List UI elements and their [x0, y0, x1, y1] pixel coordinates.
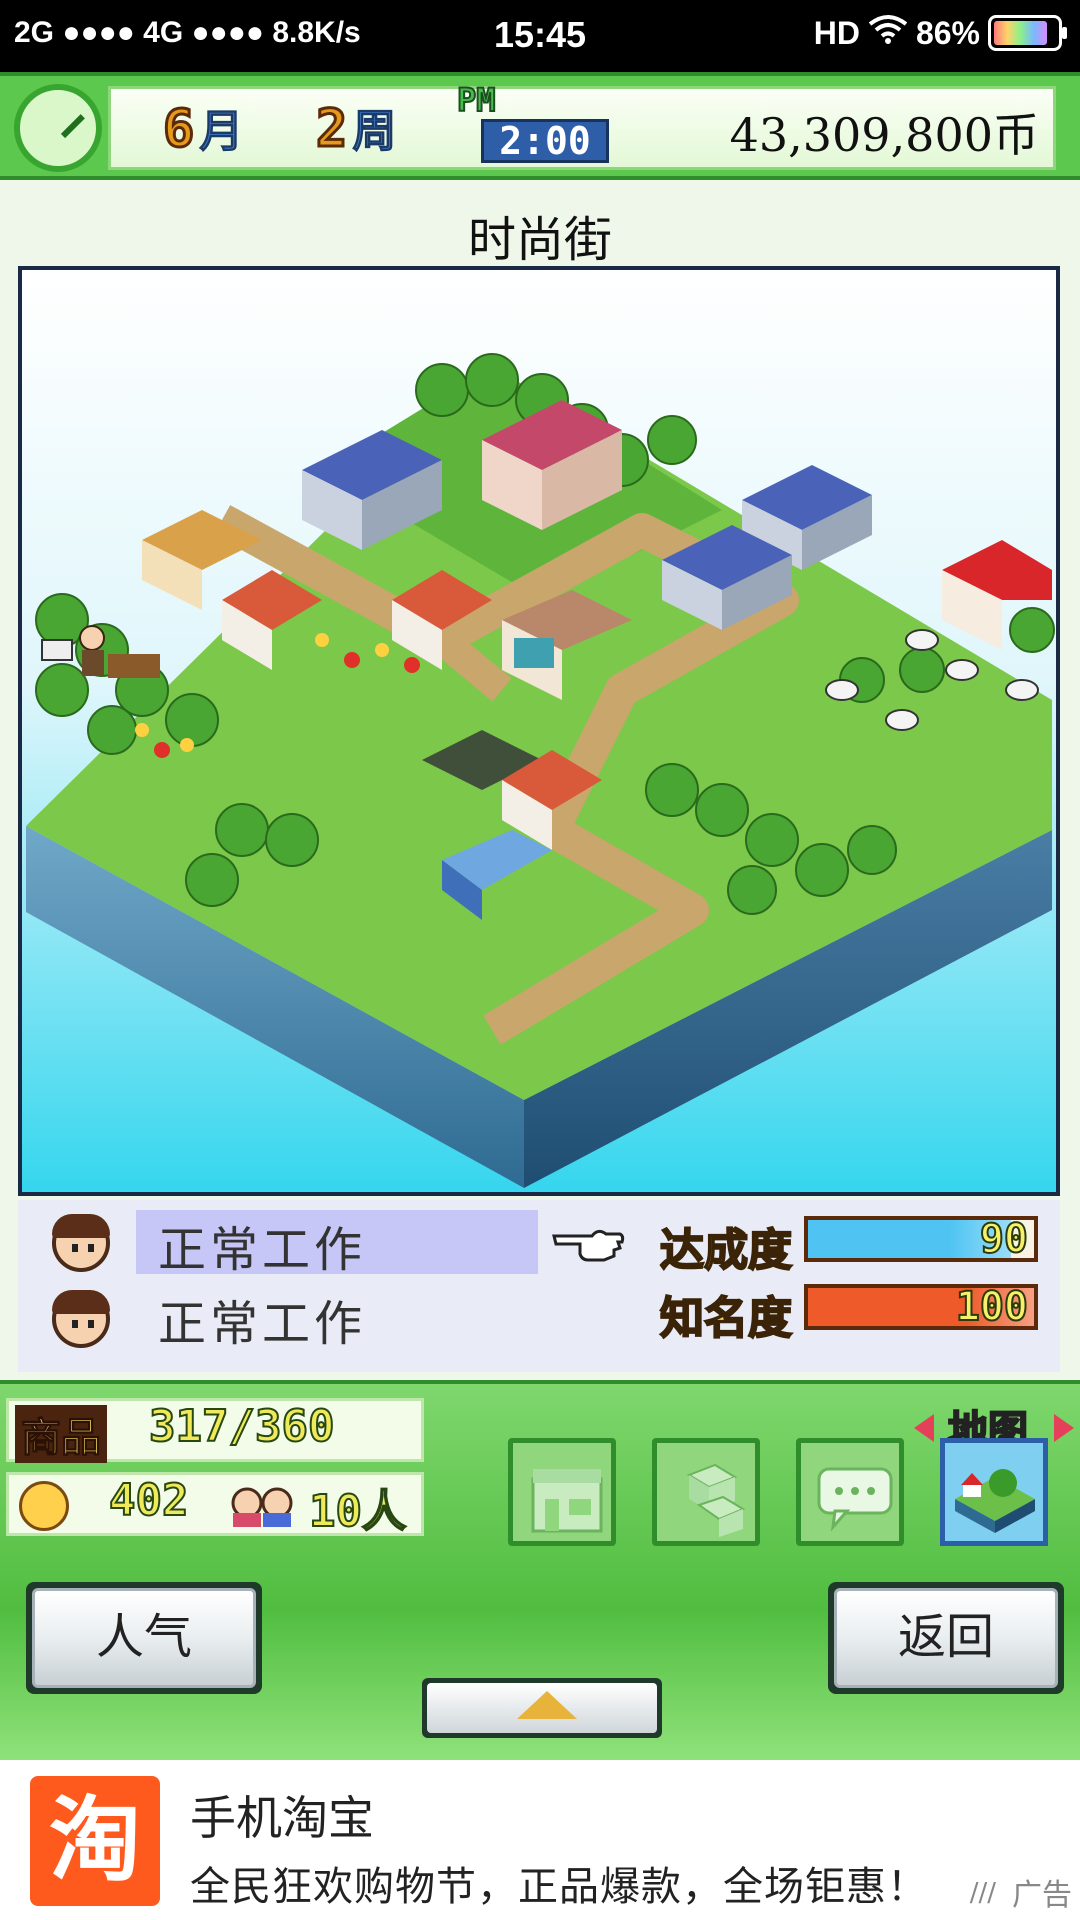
- up-arrow-icon: [517, 1691, 577, 1719]
- build-shop-button[interactable]: [508, 1438, 616, 1546]
- staff-avatar-2: [52, 1290, 110, 1348]
- ad-description[interactable]: 全民狂欢购物节，正品爆款，全场钜惠！: [190, 1854, 928, 1912]
- staff-status-2[interactable]: 正常工作: [158, 1284, 366, 1354]
- map-next-arrow-icon[interactable]: [1054, 1414, 1074, 1442]
- smiley-icon: [19, 1481, 69, 1531]
- town-map[interactable]: [18, 266, 1060, 1196]
- top-hud: 6 月 2 周 PM 2:00 43,309,800币: [0, 72, 1080, 180]
- chat-button[interactable]: [796, 1438, 904, 1546]
- money-display: 43,309,800币: [729, 108, 1039, 162]
- map-button[interactable]: [940, 1438, 1048, 1546]
- ad-title[interactable]: 手机淘宝: [190, 1782, 374, 1848]
- staff-avatar-1: [52, 1214, 110, 1272]
- customers-icon: [231, 1487, 293, 1527]
- achievement-value: 90: [979, 1215, 1029, 1263]
- items-button[interactable]: [652, 1438, 760, 1546]
- fame-value: 100: [955, 1283, 1029, 1331]
- visitors-value: 402: [108, 1474, 189, 1527]
- expand-up-button[interactable]: [422, 1678, 662, 1738]
- town-map-illustration: [22, 270, 1056, 1192]
- hd-label: HD: [813, 14, 860, 51]
- month-unit: 月: [199, 106, 244, 158]
- status-bar: 2G ●●●● 4G ●●●● 8.8K/s 15:45 HD 86%: [0, 0, 1080, 72]
- goods-stat: 商品 317/360: [6, 1398, 424, 1463]
- map-prev-arrow-icon[interactable]: [914, 1414, 934, 1442]
- boxes-icon: [686, 1463, 746, 1537]
- bottom-hud: 商品 317/360 402 10人 地图 人气 返回: [0, 1380, 1080, 1760]
- visitors-stat: 402 10人: [6, 1472, 424, 1538]
- back-button-label[interactable]: 返回: [834, 1588, 1058, 1688]
- achievement-label: 达成度: [659, 1224, 793, 1277]
- month-number: 6: [161, 98, 195, 161]
- month-display: 6 月: [161, 95, 244, 161]
- staff-status-1[interactable]: 正常工作: [158, 1210, 366, 1280]
- battery-icon: [988, 15, 1067, 51]
- ampm-label: PM: [456, 80, 497, 120]
- clock-icon[interactable]: [14, 84, 102, 172]
- staff-info-panel: 正常工作 正常工作 达成度 90 知名度 100: [18, 1200, 1060, 1372]
- goods-label: 商品: [15, 1405, 107, 1463]
- popularity-button[interactable]: 人气: [26, 1582, 262, 1694]
- battery-percent: 86%: [915, 14, 980, 51]
- week-unit: 周: [352, 106, 397, 158]
- week-display: 2 周: [314, 95, 397, 161]
- game-time: 2:00: [481, 119, 609, 163]
- ad-brand-icon: ///: [969, 1878, 996, 1908]
- ad-tag: 广告: [1012, 1878, 1072, 1913]
- island-map-icon: [945, 1443, 1043, 1541]
- main-area: 时尚街 正常工作 正常工作 达成度 90 知名度 100: [0, 180, 1080, 1380]
- people-value: 10人: [308, 1485, 407, 1538]
- status-right: HD 86%: [813, 14, 1067, 52]
- back-button[interactable]: 返回: [828, 1582, 1064, 1694]
- wifi-icon: [868, 14, 908, 52]
- ad-banner[interactable]: 淘 手机淘宝 全民狂欢购物节，正品爆款，全场钜惠！ /// 广告: [0, 1760, 1080, 1920]
- town-title: 时尚街: [467, 212, 612, 268]
- taobao-logo-icon[interactable]: 淘: [30, 1776, 160, 1906]
- date-money-panel: 6 月 2 周 PM 2:00 43,309,800币: [108, 80, 1056, 170]
- goods-value: 317/360: [148, 1400, 335, 1453]
- pointing-hand-icon: [552, 1222, 626, 1264]
- fame-label: 知名度: [659, 1292, 793, 1345]
- fame-meter: 100: [804, 1283, 1038, 1331]
- achievement-meter: 90: [804, 1215, 1038, 1263]
- shop-icon: [531, 1469, 603, 1533]
- popularity-button-label[interactable]: 人气: [32, 1588, 256, 1688]
- week-number: 2: [314, 98, 348, 161]
- chat-bubble-icon: [817, 1467, 893, 1532]
